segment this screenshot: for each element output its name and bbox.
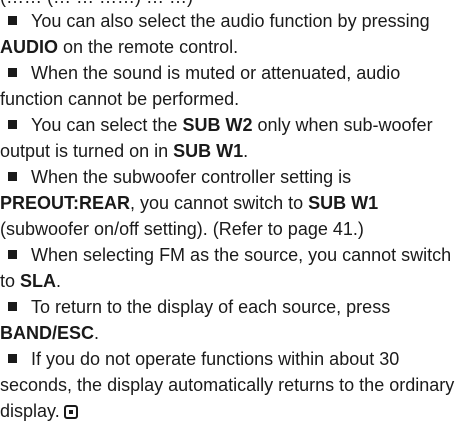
note-keyword: SUB W1 bbox=[308, 193, 379, 213]
notes-list: You can also select the audio function b… bbox=[0, 8, 456, 424]
note-text: When the subwoofer controller setting is bbox=[31, 167, 352, 187]
note-text: You can select the bbox=[31, 115, 183, 135]
note-item: You can also select the audio function b… bbox=[0, 8, 456, 60]
note-text: . bbox=[56, 271, 62, 291]
note-text: When the sound is muted or attenuated, a… bbox=[0, 63, 401, 109]
note-keyword: SUB W1 bbox=[173, 141, 244, 161]
end-of-section-icon bbox=[63, 405, 78, 419]
note-keyword: SLA bbox=[20, 271, 57, 291]
square-bullet-icon bbox=[8, 354, 17, 363]
square-bullet-icon bbox=[8, 68, 17, 77]
note-item: To return to the display of each source,… bbox=[0, 294, 456, 346]
note-keyword: BAND/ESC bbox=[0, 323, 95, 343]
note-text: . bbox=[94, 323, 100, 343]
square-bullet-icon bbox=[8, 250, 17, 259]
note-text: To return to the display of each source,… bbox=[31, 297, 391, 317]
note-text: . bbox=[243, 141, 249, 161]
square-bullet-icon bbox=[8, 120, 17, 129]
note-text: (subwoofer on/off setting). (Refer to pa… bbox=[0, 219, 364, 239]
note-keyword: PREOUT:REAR bbox=[0, 193, 131, 213]
note-text: on the remote control. bbox=[58, 37, 239, 57]
note-item: When the subwoofer controller setting is… bbox=[0, 164, 456, 242]
square-bullet-icon bbox=[8, 302, 17, 311]
square-bullet-icon bbox=[8, 16, 17, 25]
note-item: When the sound is muted or attenuated, a… bbox=[0, 60, 456, 112]
note-text: When selecting FM as the source, you can… bbox=[0, 245, 452, 291]
note-text: , you cannot switch to bbox=[130, 193, 309, 213]
clipped-previous-line: (…… (… … ……) … …) bbox=[0, 0, 456, 8]
square-bullet-icon bbox=[8, 172, 17, 181]
note-item: You can select the SUB W2 only when sub-… bbox=[0, 112, 456, 164]
note-keyword: AUDIO bbox=[0, 37, 58, 57]
note-keyword: SUB W2 bbox=[182, 115, 253, 135]
manual-page: (…… (… … ……) … …) You can also select th… bbox=[0, 0, 456, 448]
note-item: If you do not operate functions within a… bbox=[0, 346, 456, 424]
note-item: When selecting FM as the source, you can… bbox=[0, 242, 456, 294]
note-text: You can also select the audio function b… bbox=[31, 11, 430, 31]
